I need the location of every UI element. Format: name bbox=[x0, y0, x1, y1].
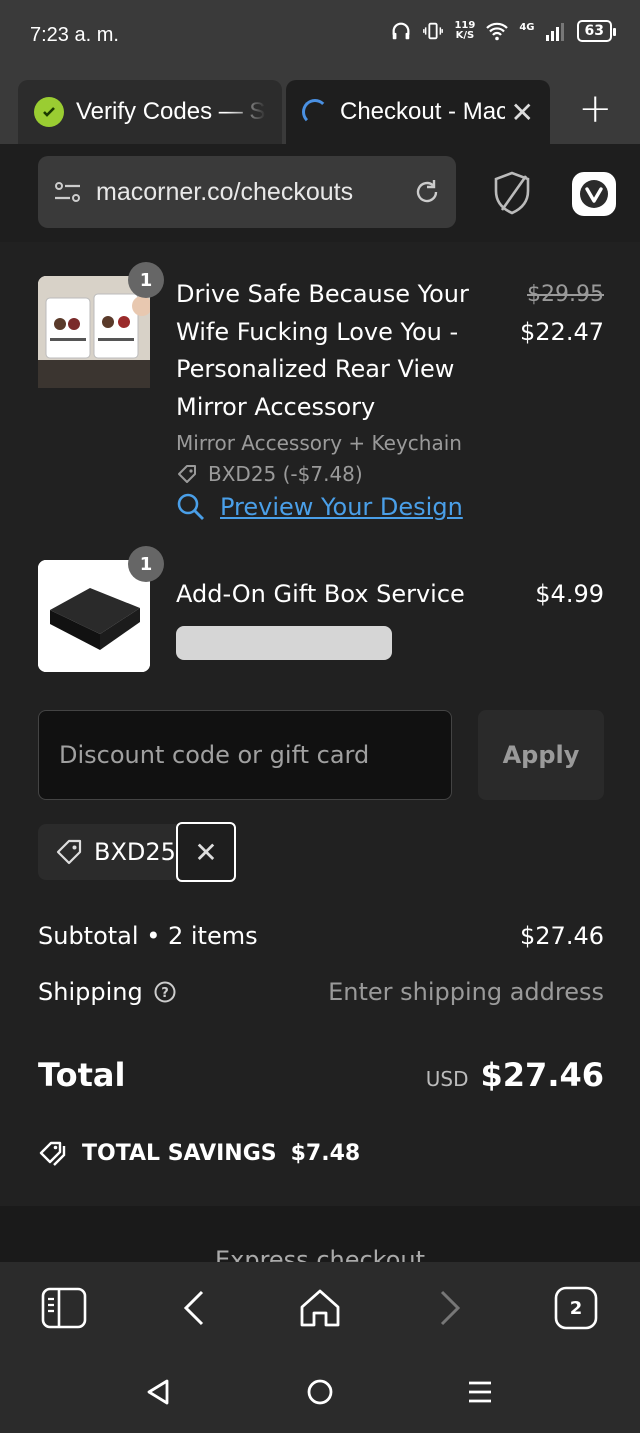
verify-codes-favicon-icon bbox=[34, 97, 64, 127]
savings-tag-icon bbox=[39, 1141, 66, 1166]
product-discount-text: BXD25 (-$7.48) bbox=[208, 462, 363, 486]
cart-line-item: 1 Drive Safe Because Your Wife Fucking L… bbox=[38, 262, 604, 526]
loading-spinner-icon bbox=[302, 99, 328, 125]
address-bar[interactable]: macorner.co/checkouts bbox=[38, 156, 456, 228]
wifi-icon bbox=[486, 22, 509, 41]
system-recents-button[interactable] bbox=[460, 1372, 500, 1412]
quantity-badge: 1 bbox=[128, 262, 164, 298]
applied-code: BXD25 bbox=[94, 838, 176, 866]
tab-title: Verify Codes — S bbox=[76, 98, 266, 126]
vivaldi-menu-button[interactable] bbox=[572, 172, 616, 216]
product-name: Drive Safe Because Your Wife Fucking Lov… bbox=[176, 280, 469, 421]
status-time: 7:23 a. m. bbox=[30, 24, 119, 46]
subtotal-label: Subtotal • 2 items bbox=[38, 922, 258, 950]
svg-text:?: ? bbox=[161, 986, 169, 1001]
close-tab-icon[interactable]: ✕ bbox=[511, 96, 534, 129]
vibrate-icon bbox=[423, 22, 444, 40]
cart-line-item: 1 Add-On Gift Box Service $4.99 bbox=[38, 546, 604, 672]
chevron-right-icon bbox=[440, 1290, 461, 1326]
subtotal-value: $27.46 bbox=[520, 922, 604, 950]
product-discount: BXD25 (-$7.48) bbox=[176, 458, 496, 490]
preview-design-label: Preview Your Design bbox=[220, 493, 463, 521]
product-price: $29.95 $22.47 bbox=[520, 276, 604, 351]
shipping-row: Shipping ? Enter shipping address bbox=[38, 972, 604, 1012]
reload-icon[interactable] bbox=[412, 177, 442, 207]
total-value: $27.46 bbox=[480, 1056, 604, 1094]
system-back-button[interactable] bbox=[138, 1372, 178, 1412]
tab-count: 2 bbox=[569, 1297, 583, 1319]
triangle-back-icon bbox=[147, 1379, 169, 1405]
sale-price: $22.47 bbox=[520, 317, 604, 346]
back-button[interactable] bbox=[170, 1284, 218, 1332]
product-thumbnail: 1 bbox=[38, 262, 164, 388]
tab-checkout-title: Checkout - Mac bbox=[340, 98, 505, 125]
tab-verify-codes[interactable]: Verify Codes — S bbox=[18, 80, 282, 144]
tab-switcher-button[interactable]: 2 bbox=[552, 1284, 600, 1332]
tag-icon bbox=[178, 465, 196, 483]
product-name: Add-On Gift Box Service bbox=[176, 580, 465, 608]
quantity-badge: 1 bbox=[128, 546, 164, 582]
search-icon bbox=[177, 493, 204, 520]
tab-strip: Verify Codes — S Checkout - Mac ✕ + bbox=[0, 72, 640, 144]
total-row: Total USD $27.46 bbox=[38, 1050, 604, 1100]
vivaldi-logo-icon bbox=[580, 180, 608, 208]
currency: USD bbox=[425, 1067, 469, 1091]
status-bar: 7:23 a. m. 119 K/S 4G 63 bbox=[0, 0, 640, 72]
product-info: Add-On Gift Box Service bbox=[176, 560, 496, 660]
savings-value: $7.48 bbox=[290, 1140, 361, 1166]
tab-checkout[interactable]: Checkout - Mac ✕ bbox=[286, 80, 550, 144]
battery-indicator: 63 bbox=[576, 20, 617, 42]
apply-button[interactable]: Apply bbox=[478, 710, 604, 800]
total-value-group: USD $27.46 bbox=[426, 1056, 604, 1094]
preview-design-link[interactable]: Preview Your Design bbox=[176, 492, 496, 522]
product-info: Drive Safe Because Your Wife Fucking Lov… bbox=[176, 276, 496, 522]
total-label: Total bbox=[38, 1056, 126, 1094]
panels-button[interactable] bbox=[40, 1284, 88, 1332]
net-speed: 119 K/S bbox=[454, 21, 475, 41]
total-savings: TOTAL SAVINGS $7.48 bbox=[38, 1138, 360, 1168]
signal-icon bbox=[545, 23, 564, 41]
express-checkout-heading: Express checkout bbox=[214, 1246, 426, 1262]
tag-icon bbox=[56, 839, 82, 865]
new-tab-button[interactable]: + bbox=[578, 86, 612, 132]
circle-home-icon bbox=[307, 1379, 333, 1405]
panel-icon bbox=[41, 1287, 87, 1329]
product-price: $4.99 bbox=[535, 576, 604, 614]
shipping-label-group: Shipping ? bbox=[38, 978, 177, 1006]
applied-discount-tag: BXD25 ✕ bbox=[38, 822, 236, 882]
menu-lines-icon bbox=[469, 1381, 491, 1403]
home-icon bbox=[300, 1289, 340, 1327]
chevron-left-icon bbox=[183, 1290, 204, 1326]
home-button[interactable] bbox=[296, 1284, 344, 1332]
status-icons: 119 K/S 4G 63 bbox=[390, 20, 617, 42]
headphones-icon bbox=[393, 22, 410, 40]
site-settings-icon[interactable] bbox=[52, 176, 84, 208]
subtotal-row: Subtotal • 2 items $27.46 bbox=[38, 916, 604, 956]
forward-button[interactable] bbox=[426, 1284, 474, 1332]
network-type: 4G bbox=[519, 22, 535, 33]
url-text: macorner.co/checkouts bbox=[96, 177, 354, 206]
shipping-value: Enter shipping address bbox=[328, 978, 604, 1006]
loading-placeholder bbox=[176, 625, 392, 660]
discount-code-input[interactable]: Discount code or gift card bbox=[38, 710, 452, 800]
system-navigation-bar bbox=[0, 1352, 640, 1433]
help-icon[interactable]: ? bbox=[153, 980, 177, 1004]
tracker-blocker-shield-icon[interactable] bbox=[492, 170, 532, 216]
system-home-button[interactable] bbox=[300, 1372, 340, 1412]
browser-toolbar: 2 bbox=[0, 1262, 640, 1352]
original-price: $29.95 bbox=[527, 282, 604, 307]
tab-title: Checkout - Mac bbox=[340, 98, 505, 126]
address-bar-row: macorner.co/checkouts bbox=[0, 144, 640, 242]
net-speed-unit: K/S bbox=[455, 30, 475, 41]
price: $4.99 bbox=[535, 580, 604, 608]
product-thumbnail: 1 bbox=[38, 546, 164, 672]
remove-discount-button[interactable]: ✕ bbox=[175, 822, 236, 882]
savings-label: TOTAL SAVINGS bbox=[82, 1140, 277, 1166]
express-checkout-section: Express checkout bbox=[0, 1206, 640, 1262]
product-variant: Mirror Accessory + Keychain bbox=[176, 431, 462, 455]
shipping-label: Shipping bbox=[38, 978, 143, 1006]
